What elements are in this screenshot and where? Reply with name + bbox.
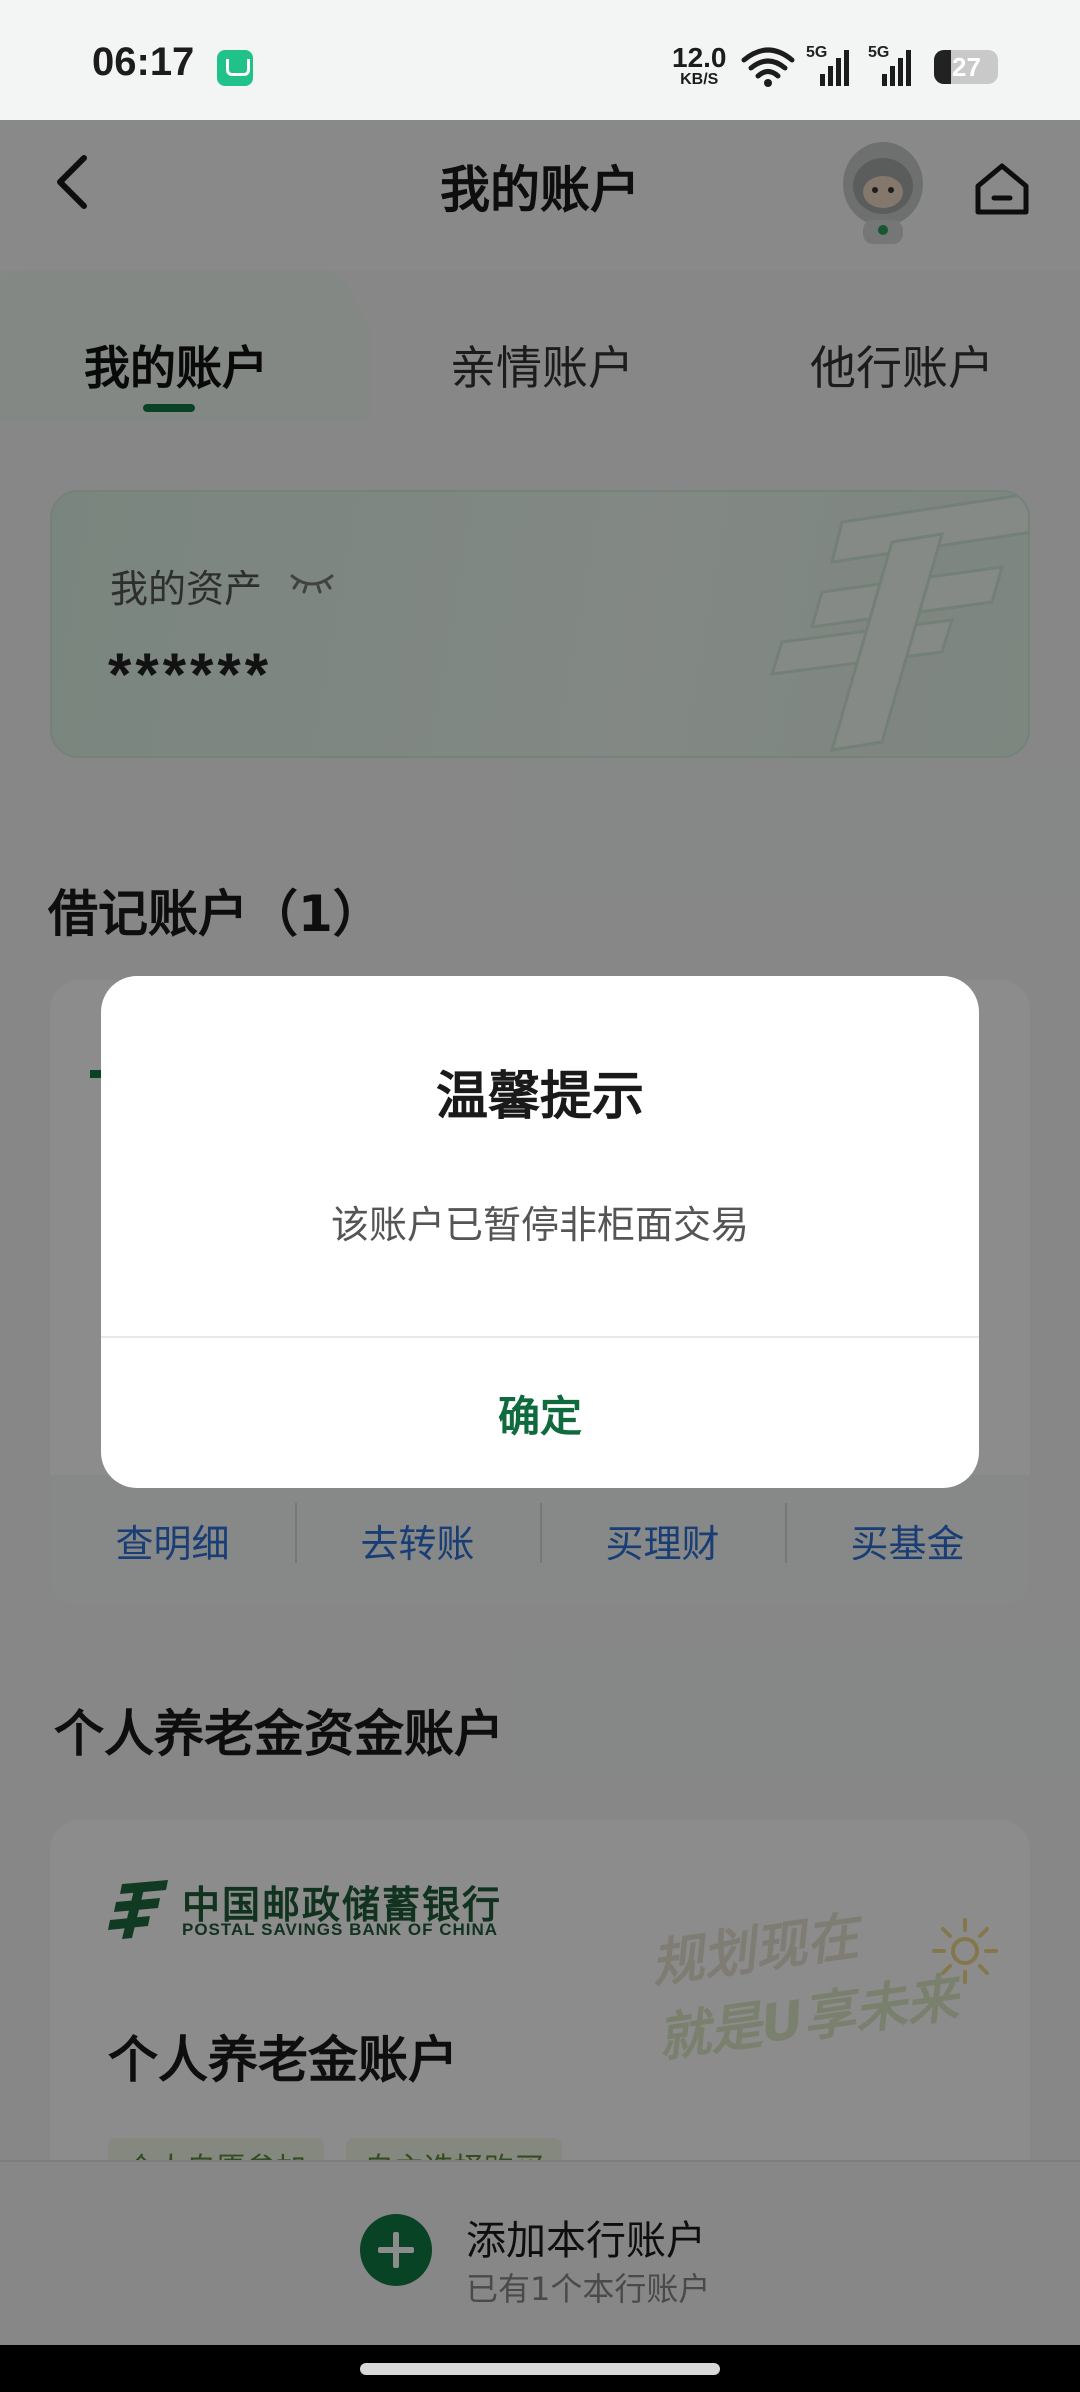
network-speed-unit: KB/S [680,71,719,88]
notification-app-icon [217,50,253,86]
status-time: 06:17 [92,40,195,84]
wifi-icon [741,47,795,87]
cell-signal-1-icon: 5G [806,44,854,92]
confirm-button[interactable]: 确定 [101,1338,979,1488]
dialog-title: 温馨提示 [435,1067,644,1127]
network-speed-value: 12.0 [672,42,727,73]
network-speed: 12.0 KB/S [672,44,727,88]
status-bar: 06:17 12.0 KB/S 5G 5G 27 [0,0,1080,120]
system-nav-bar [0,2345,1080,2392]
cell-signal-2-label: 5G [868,44,890,61]
battery-icon: 27 [934,50,998,84]
cell-signal-1-label: 5G [806,44,828,61]
alert-dialog: 温馨提示 该账户已暂停非柜面交易 确定 [101,976,979,1488]
battery-level: 27 [952,52,981,82]
dialog-message: 该账户已暂停非柜面交易 [330,1203,749,1247]
cell-signal-2-icon: 5G [868,44,916,92]
battery-fill [934,50,952,84]
home-gesture-handle[interactable] [360,2363,720,2375]
